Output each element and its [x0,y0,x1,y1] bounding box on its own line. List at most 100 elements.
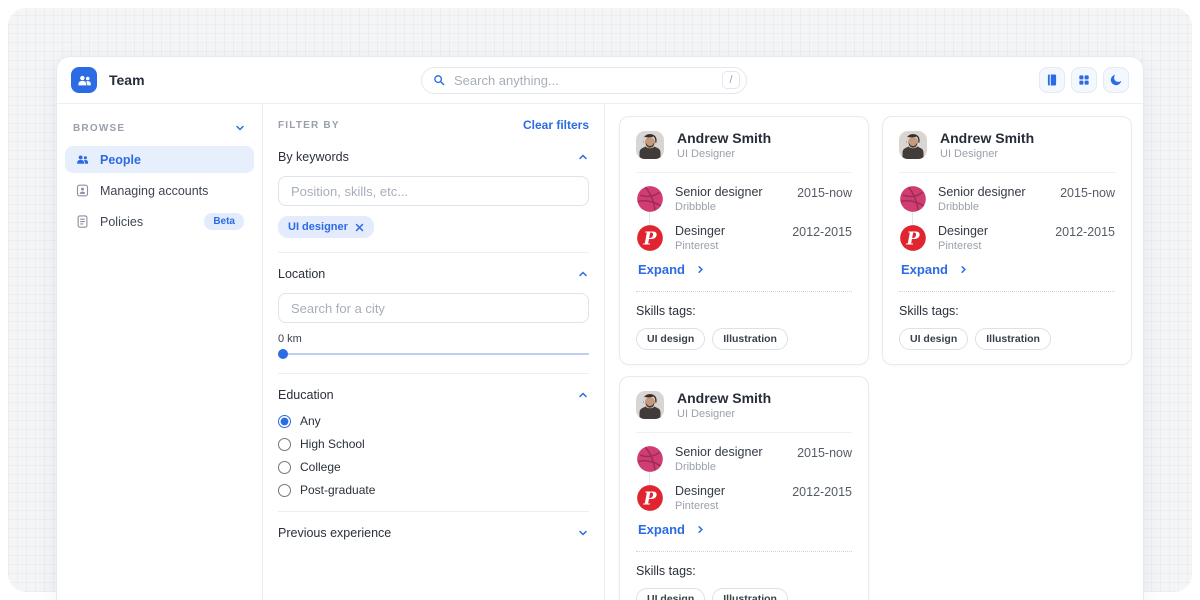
sidebar-item-policies[interactable]: Policies Beta [65,208,254,235]
education-option-high-school[interactable]: High School [278,437,589,451]
platform-icon: P [636,484,664,512]
sidebar-item-label: Managing accounts [100,184,208,198]
person-role: UI Designer [677,148,771,160]
education-option-college[interactable]: College [278,460,589,474]
city-search-input[interactable] [278,293,589,323]
global-search[interactable]: / [421,67,747,94]
education-option-any[interactable]: Any [278,414,589,428]
radio-label: College [300,460,341,474]
chevron-down-icon [577,527,589,539]
card-divider [636,172,852,173]
position-title: Senior designer [675,185,763,199]
keyword-tag-label: UI designer [288,221,348,233]
svg-text:P: P [642,490,657,510]
browse-section-header[interactable]: BROWSE [65,116,254,146]
expand-button[interactable]: Expand [901,262,969,277]
sidebar-item-people[interactable]: People [65,146,254,173]
person-card: Andrew Smith UI Designer [619,376,869,600]
dribbble-icon [636,185,664,213]
section-divider [278,511,589,512]
skill-tag[interactable]: UI design [899,328,968,350]
radio-college[interactable] [278,461,291,474]
keywords-input[interactable] [278,176,589,206]
expand-label: Expand [638,262,685,277]
section-divider [278,373,589,374]
results-grid: Andrew Smith UI Designer [605,104,1144,600]
card-divider [636,432,852,433]
platform-name: Pinterest [675,500,725,512]
skill-tag[interactable]: UI design [636,588,705,600]
radio-label: Any [300,414,321,428]
pinterest-icon: P [899,224,927,252]
notebook-button[interactable] [1039,67,1065,93]
browse-label: BROWSE [73,123,125,134]
app-window: Team / [56,56,1144,600]
keyword-tag[interactable]: UI designer [278,216,374,238]
skill-tag[interactable]: Illustration [975,328,1051,350]
dark-mode-button[interactable] [1103,67,1129,93]
platform-name: Dribbble [675,461,763,473]
apps-grid-button[interactable] [1071,67,1097,93]
notebook-icon [1045,73,1059,87]
sidebar: BROWSE People Managing accounts [57,104,263,600]
skill-tag[interactable]: UI design [636,328,705,350]
platform-icon: P [636,445,664,473]
skill-tag[interactable]: Illustration [712,328,788,350]
person-name: Andrew Smith [677,130,771,146]
avatar [636,391,664,419]
timeline-entry: P Desinger Pinterest 2012-2015 [636,484,852,512]
expand-button[interactable]: Expand [638,262,706,277]
people-icon [75,152,90,167]
person-name: Andrew Smith [677,390,771,406]
sidebar-item-label: Policies [100,215,143,229]
svg-text:P: P [642,230,657,250]
position-period: 2012-2015 [1055,224,1115,239]
header-actions [1039,67,1129,93]
search-input[interactable] [454,73,722,88]
position-title: Senior designer [938,185,1026,199]
close-icon[interactable] [355,223,364,232]
dotted-divider [636,291,852,292]
dribbble-icon [899,185,927,213]
sidebar-item-managing-accounts[interactable]: Managing accounts [65,177,254,204]
skill-tag[interactable]: Illustration [712,588,788,600]
skills-label: Skills tags: [636,564,852,578]
chevron-down-icon [234,122,246,134]
account-badge-icon [75,183,90,198]
slider-thumb[interactable] [278,349,288,359]
timeline-entry: P Senior designer Dribbble 2015-now [636,185,852,213]
experience-section-header[interactable]: Previous experience [278,526,589,540]
education-section-header[interactable]: Education [278,388,589,402]
slider-track[interactable] [278,353,589,355]
platform-icon: P [636,185,664,213]
app-logo [71,67,97,93]
experience-timeline: P Senior designer Dribbble 2015-now [899,185,1115,252]
person-name: Andrew Smith [940,130,1034,146]
location-section-title: Location [278,267,325,281]
timeline-entry: P Desinger Pinterest 2012-2015 [636,224,852,252]
timeline-entry: P Senior designer Dribbble 2015-now [636,445,852,473]
platform-name: Pinterest [938,240,988,252]
radio-any[interactable] [278,415,291,428]
filter-panel-label: FILTER BY [278,120,340,131]
keywords-section-title: By keywords [278,150,349,164]
svg-text:P: P [905,230,920,250]
timeline-entry: P Desinger Pinterest 2012-2015 [899,224,1115,252]
position-period: 2012-2015 [792,484,852,499]
location-section-header[interactable]: Location [278,267,589,281]
keywords-section-header[interactable]: By keywords [278,150,589,164]
radio-post-graduate[interactable] [278,484,291,497]
education-option-post-graduate[interactable]: Post-graduate [278,483,589,497]
distance-slider[interactable] [278,349,589,359]
app-header: Team / [57,57,1143,104]
expand-button[interactable]: Expand [638,522,706,537]
distance-value: 0 km [278,333,589,345]
expand-label: Expand [638,522,685,537]
education-section-title: Education [278,388,334,402]
radio-high-school[interactable] [278,438,291,451]
person-card: Andrew Smith UI Designer [619,116,869,365]
sidebar-item-label: People [100,153,141,167]
skills-label: Skills tags: [899,304,1115,318]
dribbble-icon [636,445,664,473]
clear-filters-button[interactable]: Clear filters [523,118,589,132]
